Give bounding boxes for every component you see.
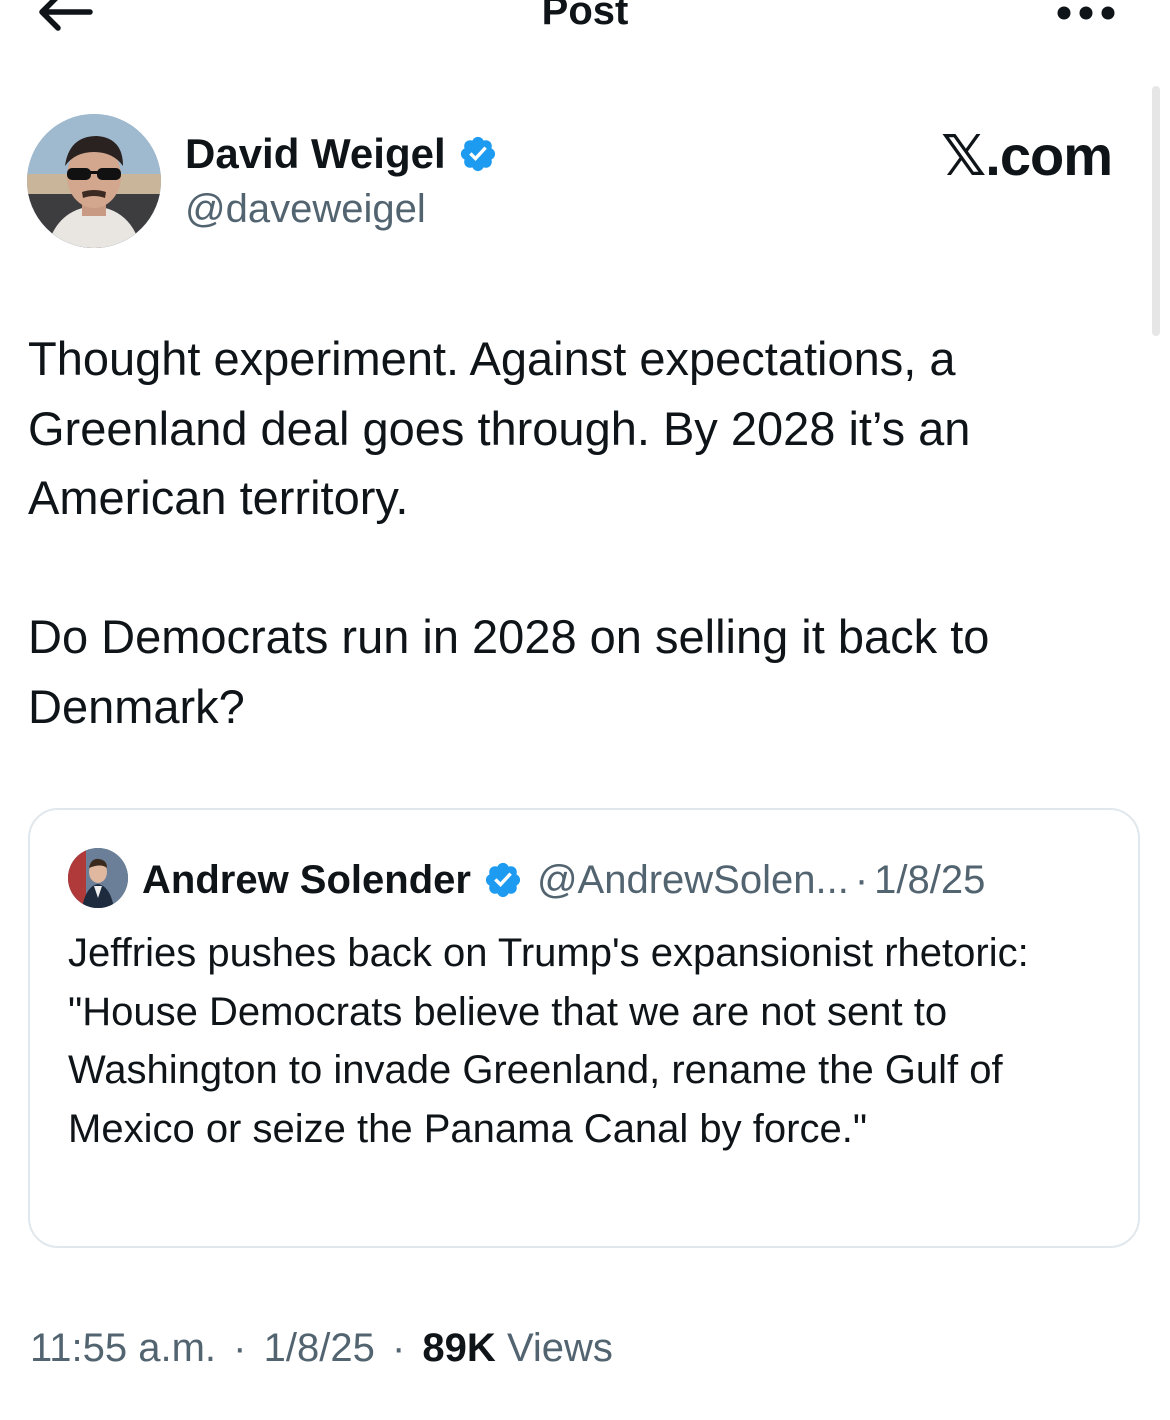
verified-badge-icon — [460, 136, 495, 172]
meta-separator: · — [233, 1326, 247, 1370]
verified-badge-icon — [485, 862, 521, 898]
top-navigation-bar: Post — [0, 0, 1170, 60]
quoted-post-header: Andrew Solender @AndrewSolen... · 1/8/25 — [142, 852, 985, 908]
author-avatar[interactable] — [27, 114, 161, 248]
quoted-author-name[interactable]: Andrew Solender — [142, 852, 471, 908]
author-name-row[interactable]: David Weigel — [185, 128, 498, 180]
post-date[interactable]: 1/8/25 — [264, 1326, 375, 1370]
brand-watermark: 𝕏.com — [941, 124, 1113, 187]
scrollbar[interactable] — [1152, 86, 1160, 336]
post-metadata: 11:55 a.m. · 1/8/25 · 89K Views — [30, 1322, 613, 1374]
quoted-avatar-photo — [68, 848, 128, 908]
quoted-post-text: Jeffries pushes back on Trump's expansio… — [68, 931, 1029, 1151]
avatar-photo — [27, 114, 161, 248]
more-options-button[interactable] — [1055, 0, 1117, 28]
page-title: Post — [541, 0, 629, 33]
quoted-post-date[interactable]: 1/8/25 — [874, 852, 985, 908]
views-count[interactable]: 89K — [422, 1326, 495, 1370]
quoted-post-card[interactable]: Andrew Solender @AndrewSolen... · 1/8/25… — [28, 808, 1140, 1248]
author-handle[interactable]: @daveweigel — [185, 184, 426, 234]
meta-separator: · — [854, 858, 869, 902]
meta-separator: · — [391, 1326, 406, 1370]
post-time[interactable]: 11:55 a.m. — [30, 1326, 216, 1370]
views-label: Views — [506, 1326, 613, 1370]
quoted-author-avatar[interactable] — [68, 848, 128, 908]
quoted-author-handle[interactable]: @AndrewSolen... — [537, 852, 849, 908]
author-name: David Weigel — [185, 130, 446, 177]
post-paragraph: Thought experiment. Against expectations… — [28, 332, 971, 524]
post-body: Thought experiment. Against expectations… — [28, 324, 1128, 741]
more-horizontal-icon — [1057, 6, 1115, 20]
post-paragraph: Do Democrats run in 2028 on selling it b… — [28, 610, 990, 733]
